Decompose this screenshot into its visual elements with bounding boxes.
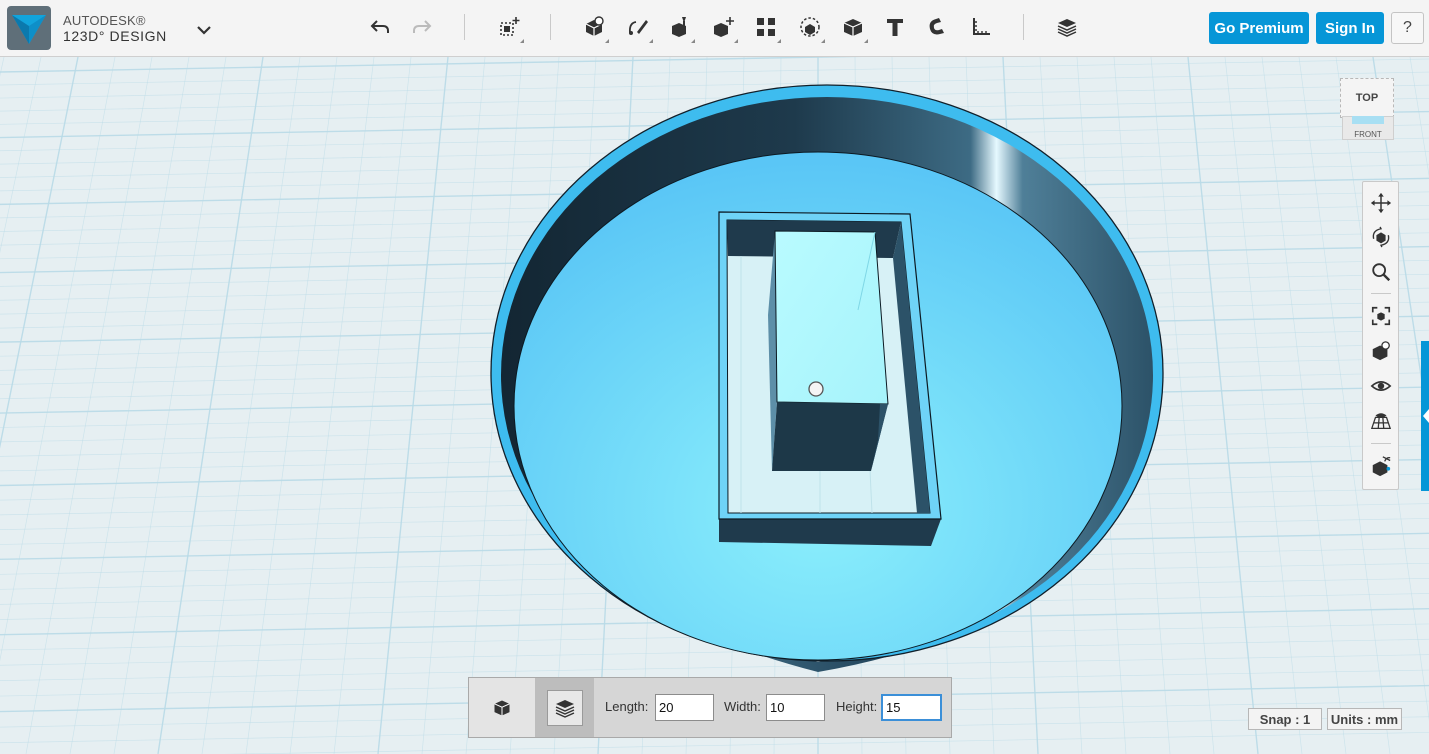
chevron-left-icon [1423, 409, 1429, 423]
toolbar-divider [1023, 14, 1024, 40]
navbar-divider [1371, 293, 1391, 294]
primitives-button[interactable] [579, 11, 609, 43]
material-button[interactable] [1052, 11, 1082, 43]
brand-name: AUTODESK® [63, 13, 146, 28]
zoom-button[interactable] [1369, 260, 1393, 284]
view-icon [1372, 341, 1390, 361]
grouping-button[interactable] [795, 11, 825, 43]
box-top-face [774, 230, 889, 405]
orbit-button[interactable] [1369, 225, 1393, 249]
sketch-icon [628, 20, 648, 35]
side-panel-tab[interactable] [1421, 341, 1429, 491]
transform-button[interactable] [494, 11, 524, 43]
solid-mode-button[interactable] [469, 678, 535, 737]
grid-toggle-button[interactable] [1369, 409, 1393, 433]
product-name: 123D° DESIGN [63, 28, 167, 44]
autodesk-logo-icon [7, 6, 51, 50]
zoom-icon [1372, 263, 1391, 282]
view-button[interactable] [1369, 339, 1393, 363]
height-label: Height: [836, 699, 878, 714]
navbar-divider [1371, 443, 1391, 444]
undo-icon [370, 20, 389, 33]
fit-button[interactable] [1369, 304, 1393, 328]
text-button[interactable] [880, 11, 910, 43]
material-view-button[interactable] [1369, 454, 1393, 478]
construct-button[interactable] [665, 11, 695, 43]
width-label: Width: [724, 699, 761, 714]
snap-setting-button[interactable]: Snap : 1 [1248, 708, 1322, 730]
grid-icon [1370, 413, 1392, 429]
box-part[interactable] [768, 230, 889, 471]
visibility-button[interactable] [1369, 374, 1393, 398]
measure-button[interactable] [966, 11, 996, 43]
material-icon [1057, 19, 1077, 37]
redo-icon [413, 20, 432, 33]
pattern-button[interactable] [751, 11, 781, 43]
primitives-icon [585, 16, 604, 36]
toolbar-divider [464, 14, 465, 40]
sign-in-button[interactable]: Sign In [1316, 12, 1384, 44]
units-setting-button[interactable]: Units : mm [1327, 708, 1402, 730]
width-input[interactable] [766, 694, 825, 721]
view-cube-top-face[interactable]: TOP [1340, 78, 1394, 118]
chevron-down-icon[interactable] [192, 18, 216, 42]
transform-icon [500, 17, 520, 36]
length-input[interactable] [655, 694, 714, 721]
length-label: Length: [605, 699, 649, 714]
frame-bottom-face [719, 519, 941, 546]
box-front-face [772, 402, 888, 471]
toolbar-divider [550, 14, 551, 40]
sketch-button[interactable] [623, 11, 653, 43]
text-icon [887, 19, 903, 36]
pan-button[interactable] [1369, 191, 1393, 215]
undo-button[interactable] [365, 11, 395, 43]
snap-button[interactable] [922, 11, 952, 43]
navigation-bar [1362, 181, 1399, 490]
go-premium-button[interactable]: Go Premium [1209, 12, 1309, 44]
combine-button[interactable] [838, 11, 868, 43]
pattern-icon [757, 18, 775, 36]
help-button[interactable]: ? [1391, 12, 1424, 44]
construct-icon [672, 17, 686, 37]
3d-viewport-canvas[interactable] [0, 57, 1429, 754]
layers-icon [555, 699, 574, 718]
measure-icon [973, 18, 990, 35]
material-view-icon [1372, 456, 1391, 477]
modify-icon [714, 17, 734, 37]
top-toolbar: AUTODESK® 123D° DESIGN Go Premium Sign I… [0, 0, 1429, 57]
dimension-panel: Length: Width: Height: [468, 677, 952, 738]
visibility-icon [1370, 381, 1392, 391]
view-cube-highlight [1352, 116, 1384, 124]
redo-button[interactable] [407, 11, 437, 43]
snap-icon [929, 18, 944, 35]
sketch-mode-button[interactable] [535, 678, 594, 737]
view-cube[interactable]: TOP FRONT [1340, 78, 1396, 146]
orbit-icon [1372, 226, 1390, 248]
fit-icon [1371, 306, 1391, 326]
grouping-icon [800, 17, 820, 37]
box-icon [494, 700, 510, 715]
combine-icon [843, 19, 863, 36]
modify-button[interactable] [708, 11, 738, 43]
manipulator-handle[interactable] [808, 381, 824, 397]
height-input[interactable] [881, 694, 942, 721]
pan-icon [1370, 192, 1392, 214]
